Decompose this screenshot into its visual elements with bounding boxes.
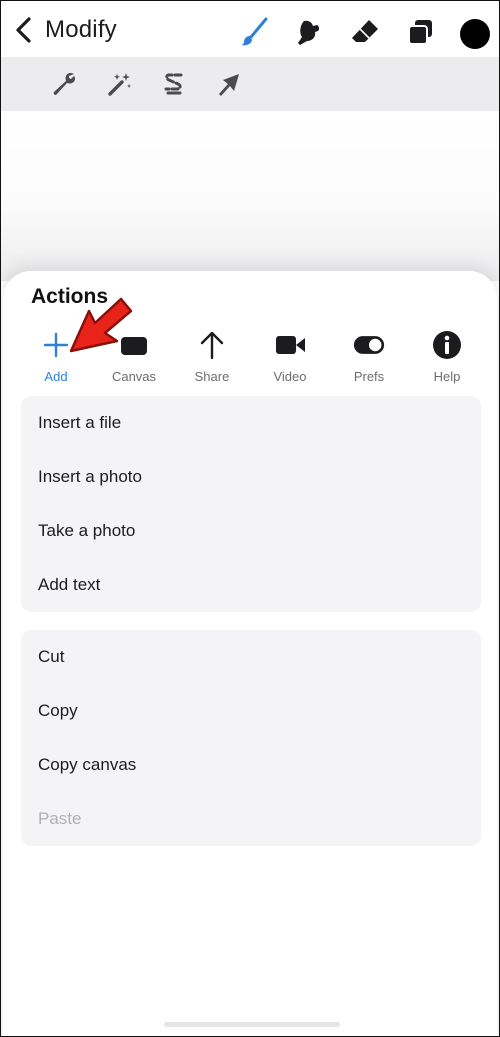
clipboard-options-group: Cut Copy Copy canvas Paste	[21, 630, 481, 846]
tab-label: Video	[273, 369, 307, 384]
color-swatch-button[interactable]	[460, 19, 490, 49]
wrench-icon	[53, 72, 76, 95]
tab-prefs[interactable]: Prefs	[334, 329, 404, 389]
chevron-left-icon	[16, 17, 31, 43]
smudge-tool-button[interactable]	[292, 15, 326, 49]
eraser-tool-button[interactable]	[348, 15, 382, 49]
brush-icon	[241, 17, 268, 46]
video-camera-icon	[276, 336, 305, 354]
layers-button[interactable]	[403, 15, 437, 49]
tab-label: Help	[433, 369, 461, 384]
share-arrow-icon	[200, 331, 224, 360]
tab-label: Add	[44, 369, 68, 384]
move-arrow-icon	[219, 74, 239, 96]
home-indicator	[164, 1022, 340, 1027]
actions-panel: Actions Add Canvas Share Video Prefs Hel…	[3, 271, 497, 1036]
toggle-icon	[353, 336, 385, 354]
tab-share[interactable]: Share	[177, 329, 247, 389]
adjustments-button[interactable]	[103, 67, 137, 101]
magic-wand-icon	[108, 73, 131, 96]
insert-file-item[interactable]: Insert a file	[21, 396, 481, 450]
tab-label: Prefs	[353, 369, 385, 384]
back-button[interactable]: Modify	[11, 13, 117, 47]
tab-label: Share	[194, 369, 230, 384]
selection-button[interactable]	[157, 67, 191, 101]
insert-photo-item[interactable]: Insert a photo	[21, 450, 481, 504]
tab-help[interactable]: Help	[412, 329, 482, 389]
add-options-group: Insert a file Insert a photo Take a phot…	[21, 396, 481, 612]
take-photo-item[interactable]: Take a photo	[21, 504, 481, 558]
tab-label: Canvas	[111, 369, 157, 384]
copy-item[interactable]: Copy	[21, 684, 481, 738]
actions-button[interactable]	[47, 67, 81, 101]
drawing-canvas[interactable]	[1, 111, 499, 281]
cut-item[interactable]: Cut	[21, 630, 481, 684]
eraser-icon	[352, 20, 378, 42]
plus-icon	[43, 332, 69, 358]
panel-title: Actions	[31, 285, 109, 308]
back-label: Modify	[45, 16, 117, 43]
transform-button[interactable]	[212, 67, 246, 101]
layers-icon	[408, 20, 432, 45]
brush-tool-button[interactable]	[237, 15, 271, 49]
copy-canvas-item[interactable]: Copy canvas	[21, 738, 481, 792]
modify-toolbar	[1, 57, 499, 111]
paste-item[interactable]: Paste	[21, 792, 481, 846]
smudge-icon	[298, 20, 320, 45]
tab-canvas[interactable]: Canvas	[99, 329, 169, 389]
canvas-icon	[121, 337, 147, 355]
top-toolbar: Modify	[1, 1, 499, 57]
add-text-item[interactable]: Add text	[21, 558, 481, 612]
app-frame: Modify Actions Add Canvas Share Video Pr…	[0, 0, 500, 1037]
tab-video[interactable]: Video	[255, 329, 325, 389]
info-icon	[433, 331, 461, 359]
selection-icon	[164, 73, 183, 95]
tab-add[interactable]: Add	[21, 329, 91, 389]
